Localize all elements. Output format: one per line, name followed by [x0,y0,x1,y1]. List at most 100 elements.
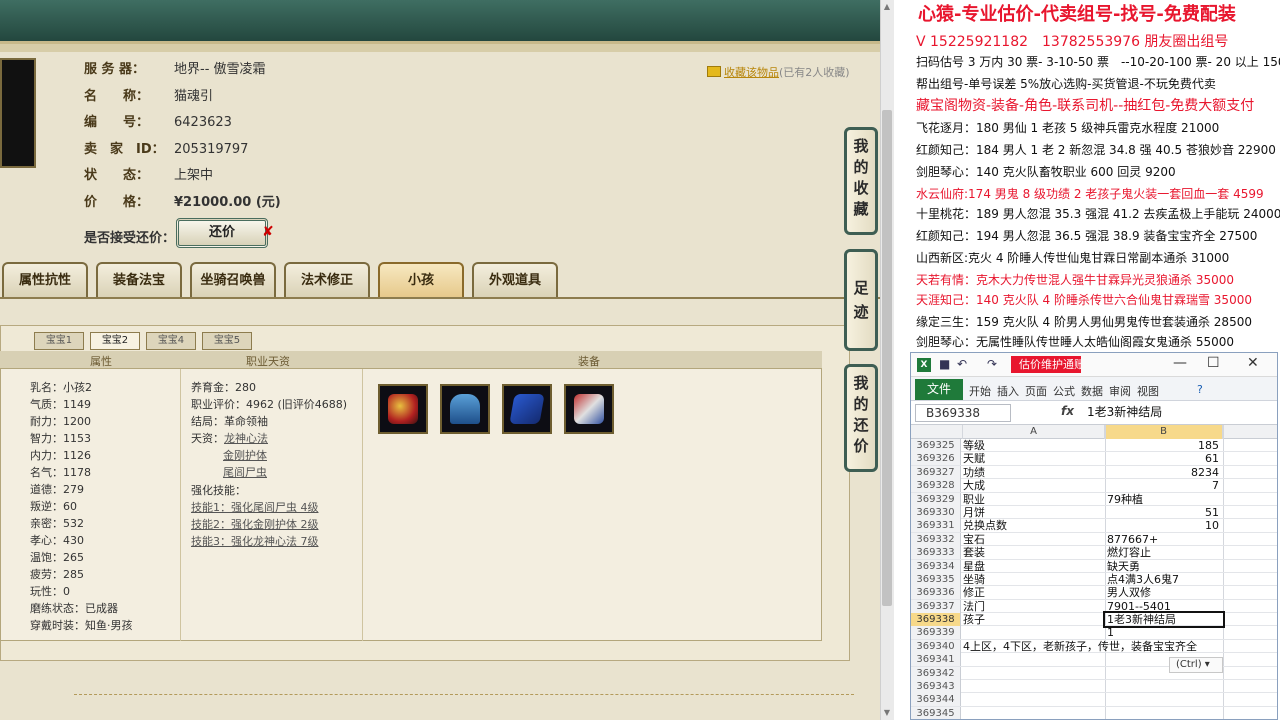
my-favorites-button[interactable]: 我的收藏 [844,127,878,235]
cell-a[interactable]: 兑换点数 [963,519,1007,532]
row-number[interactable]: 369345 [911,706,961,719]
ribbon-tab-review[interactable]: 审阅 [1109,383,1131,399]
subtab-child-2[interactable]: 宝宝2 [90,332,140,350]
row-number[interactable]: 369344 [911,693,961,707]
paste-options-button[interactable]: (Ctrl) ▾ [1169,657,1223,673]
cell-a[interactable]: 坐骑 [963,573,985,586]
cell-b[interactable]: 缺天勇 [1105,560,1223,573]
undo-icon[interactable]: ↶ [957,357,967,371]
ribbon-tab-formulas[interactable]: 公式 [1053,383,1075,399]
corner-cell[interactable] [911,425,963,439]
equipment-slot[interactable] [378,384,428,434]
cell-b[interactable]: 10 [1105,519,1223,532]
row-number[interactable]: 369325 [911,439,961,452]
row-number[interactable]: 369331 [911,519,961,533]
ribbon-tab-layout[interactable]: 页面 [1025,383,1047,399]
skill-2-link[interactable]: 技能2：强化金刚护体 2级 [191,518,319,531]
cell-b[interactable]: 79种植 [1105,493,1223,506]
ribbon-tab-home[interactable]: 开始 [969,383,991,399]
cell-a[interactable]: 4上区，4下区，老新孩子，传世，装备宝宝齐全 [963,640,1197,653]
cell-a[interactable]: 天赋 [963,452,985,465]
cell-a[interactable]: 套装 [963,546,985,559]
favorite-link[interactable]: 收藏该物品 [724,66,779,79]
skill-3-link[interactable]: 技能3：强化龙神心法 7级 [191,535,319,548]
column-a-header[interactable]: A [963,425,1105,439]
minimize-icon[interactable]: — [1173,355,1187,371]
cell-b[interactable]: 1老3新神结局 [1103,611,1225,629]
scrollbar-thumb[interactable] [882,110,892,606]
tab-children[interactable]: 小孩 [378,262,464,298]
equipment-slot[interactable] [440,384,490,434]
column-b-header[interactable]: B [1105,425,1223,439]
cell-b[interactable]: 1 [1105,626,1223,639]
history-button[interactable]: 足迹 [844,249,878,351]
row-number[interactable]: 369328 [911,479,961,493]
ribbon-tab-view[interactable]: 视图 [1137,383,1159,399]
row-number[interactable]: 369336 [911,586,961,600]
redo-icon[interactable]: ↷ [987,357,997,371]
name-box[interactable]: B369338 [915,404,1011,422]
maximize-icon[interactable]: ☐ [1207,355,1220,371]
formula-input[interactable]: 1老3新神结局 [1087,404,1162,420]
close-icon[interactable]: ✕ [1247,355,1259,371]
row-number[interactable]: 369327 [911,465,961,479]
row-number[interactable]: 369337 [911,599,961,613]
fx-icon[interactable]: fx [1061,404,1074,418]
row-number[interactable]: 369335 [911,572,961,586]
ribbon-tab-data[interactable]: 数据 [1081,383,1103,399]
cell-b[interactable]: 51 [1105,506,1223,519]
tab-appearance[interactable]: 外观道具 [472,262,558,298]
tab-spell-mods[interactable]: 法术修正 [284,262,370,298]
equipment-slot[interactable] [502,384,552,434]
save-icon[interactable]: ■ [939,357,950,371]
cell-b[interactable]: 61 [1105,452,1223,465]
help-icon[interactable]: ? [1197,383,1203,396]
cell-a[interactable]: 宝石 [963,533,985,546]
file-tab[interactable]: 文件 [915,379,963,400]
cell-b[interactable]: 点4满3人6鬼7 [1105,573,1223,586]
row-number[interactable]: 369332 [911,532,961,546]
cell-a[interactable]: 大成 [963,479,985,492]
row-number[interactable]: 369334 [911,559,961,573]
talent-3-link[interactable]: 尾闾尸虫 [223,466,267,479]
cell-a[interactable]: 月饼 [963,506,985,519]
row-number[interactable]: 369333 [911,546,961,560]
cell-a[interactable]: 功绩 [963,466,985,479]
cell-b[interactable]: 7 [1105,479,1223,492]
tab-mounts[interactable]: 坐骑召唤兽 [190,262,276,298]
row-number[interactable]: 369326 [911,452,961,466]
skill-1-link[interactable]: 技能1：强化尾闾尸虫 4级 [191,501,319,514]
row-number[interactable]: 369341 [911,653,961,667]
scroll-down-icon[interactable]: ▼ [880,706,894,720]
row-number[interactable]: 369340 [911,639,961,653]
subtab-child-4[interactable]: 宝宝4 [146,332,196,350]
my-offers-button[interactable]: 我的还价 [844,364,878,472]
ribbon-tab-insert[interactable]: 插入 [997,383,1019,399]
cell-b[interactable]: 877667+ [1105,533,1223,546]
row-number[interactable]: 369329 [911,492,961,506]
offer-button[interactable]: 还价 [176,218,268,248]
scroll-up-icon[interactable]: ▲ [880,0,894,14]
cell-b[interactable]: 185 [1105,439,1223,452]
tab-attributes[interactable]: 属性抗性 [2,262,88,298]
cell-b[interactable]: 燃灯容止 [1105,546,1223,559]
cell-b[interactable]: 7901--5401 [1105,600,1223,613]
cell-a[interactable]: 法门 [963,600,985,613]
cell-b[interactable]: 男人双修 [1105,586,1223,599]
talent-2-link[interactable]: 金刚护体 [223,449,267,462]
row-number[interactable]: 369343 [911,680,961,694]
equipment-slot[interactable] [564,384,614,434]
row-number[interactable]: 369338 [911,613,961,627]
row-number[interactable]: 369330 [911,505,961,519]
row-number[interactable]: 369342 [911,666,961,680]
cell-a[interactable]: 星盘 [963,560,985,573]
talent-1-link[interactable]: 龙神心法 [224,432,268,445]
cell-a[interactable]: 等级 [963,439,985,452]
row-number[interactable]: 369339 [911,626,961,640]
subtab-child-1[interactable]: 宝宝1 [34,332,84,350]
tab-equipment[interactable]: 装备法宝 [96,262,182,298]
cell-a[interactable]: 修正 [963,586,985,599]
cell-a[interactable]: 孩子 [963,613,985,626]
cell-b[interactable]: 8234 [1105,466,1223,479]
subtab-child-5[interactable]: 宝宝5 [202,332,252,350]
